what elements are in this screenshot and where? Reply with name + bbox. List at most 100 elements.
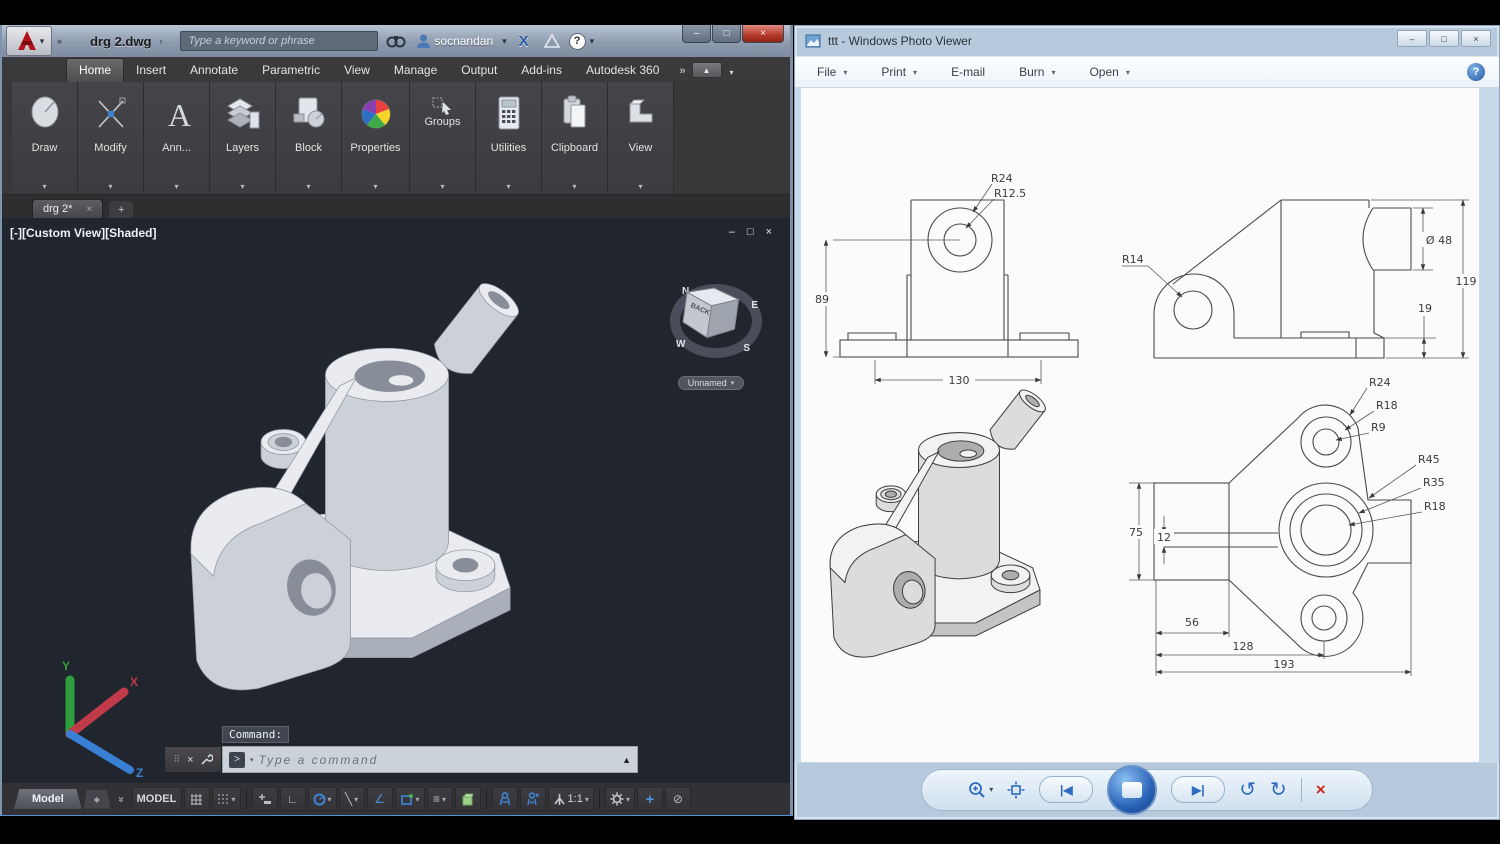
new-document-tab[interactable]: + — [109, 201, 133, 218]
layout-chevrons-icon[interactable]: » — [115, 796, 126, 802]
minimize-button[interactable]: – — [682, 25, 711, 43]
zoom-dropdown-icon[interactable]: ▾ — [989, 785, 993, 794]
pv-minimize-button[interactable]: – — [1397, 30, 1427, 47]
tab-output[interactable]: Output — [449, 59, 509, 82]
actual-size-button[interactable] — [1007, 781, 1025, 799]
customize-wrench-icon[interactable] — [200, 753, 213, 766]
new-layout-tab[interactable]: ◆ — [84, 790, 110, 809]
tab-insert[interactable]: Insert — [124, 59, 178, 82]
user-menu-arrow-icon[interactable]: ▾ — [502, 36, 507, 47]
ribbon-minimize-button[interactable]: ▲ — [692, 62, 722, 78]
isodraft-dropdown-icon[interactable]: ▾ — [354, 795, 358, 804]
object-snap-toggle[interactable]: ▾ — [395, 787, 425, 811]
app-menu-arrow-icon[interactable]: ▾ — [40, 36, 45, 47]
tab-parametric[interactable]: Parametric — [250, 59, 332, 82]
add-cleanup-button[interactable]: + — [637, 787, 663, 811]
quick-access-overflow-icon[interactable]: » — [57, 36, 62, 46]
command-bar-handle[interactable]: ⠿ × — [164, 746, 222, 773]
customization-dropdown-icon[interactable]: ▾ — [626, 795, 630, 804]
tab-addins[interactable]: Add-ins — [509, 59, 574, 82]
ribbon-minimize-arrow-icon[interactable]: ▾ — [730, 68, 734, 82]
help-menu-arrow-icon[interactable]: ▾ — [590, 36, 595, 47]
scale-dropdown-icon[interactable]: ▾ — [585, 795, 589, 804]
model-layout-tab[interactable]: Model — [14, 789, 82, 809]
search-binoculars-icon[interactable] — [386, 33, 406, 49]
command-input[interactable]: > ▾ Type a command ▲ — [222, 746, 638, 773]
tab-manage[interactable]: Manage — [382, 59, 449, 82]
panel-expand-icon[interactable]: ▾ — [240, 182, 244, 191]
panel-draw[interactable]: Draw ▾ — [12, 82, 78, 194]
pv-maximize-button[interactable]: □ — [1429, 30, 1459, 47]
panel-annotation[interactable]: A Ann... ▾ — [144, 82, 210, 194]
lineweight-toggle[interactable]: ≡ ▾ — [427, 787, 453, 811]
previous-button[interactable]: |◀ — [1039, 776, 1093, 803]
annotation-visibility-toggle[interactable] — [492, 787, 518, 811]
panel-groups[interactable]: Groups ▾ — [410, 82, 476, 194]
tab-annotate[interactable]: Annotate — [178, 59, 250, 82]
isolate-objects-button[interactable]: ⊘ — [665, 787, 691, 811]
tab-autodesk360[interactable]: Autodesk 360 — [574, 59, 671, 82]
panel-expand-icon[interactable]: ▾ — [440, 182, 444, 191]
menu-email[interactable]: E-mail — [951, 65, 985, 79]
pv-close-button[interactable]: × — [1461, 30, 1491, 47]
viewcube-ucs-menu[interactable]: Unnamed ▾ — [678, 376, 744, 390]
panel-layers[interactable]: Layers ▾ — [210, 82, 276, 194]
slideshow-button[interactable] — [1107, 765, 1157, 815]
isodraft-toggle[interactable]: ╲ ▾ — [339, 787, 365, 811]
panel-expand-icon[interactable]: ▾ — [638, 182, 642, 191]
panel-expand-icon[interactable]: ▾ — [42, 182, 46, 191]
help-search-input[interactable]: Type a keyword or phrase — [180, 31, 378, 51]
next-button[interactable]: ▶| — [1171, 776, 1225, 803]
panel-expand-icon[interactable]: ▾ — [174, 182, 178, 191]
panel-clipboard[interactable]: Clipboard ▾ — [542, 82, 608, 194]
polar-dropdown-icon[interactable]: ▾ — [328, 795, 332, 804]
customization-button[interactable]: ▾ — [605, 787, 635, 811]
menu-print[interactable]: Print▾ — [881, 65, 917, 79]
panel-expand-icon[interactable]: ▾ — [108, 182, 112, 191]
exchange-apps-icon[interactable]: X — [519, 33, 529, 50]
panel-expand-icon[interactable]: ▾ — [572, 182, 576, 191]
panel-expand-icon[interactable]: ▾ — [306, 182, 310, 191]
tab-home[interactable]: Home — [66, 58, 124, 82]
command-expand-icon[interactable]: ▲ — [622, 755, 631, 765]
communication-center-icon[interactable] — [543, 33, 561, 49]
panel-expand-icon[interactable]: ▾ — [373, 182, 377, 191]
object-snap-tracking-toggle[interactable]: ∠ — [367, 787, 393, 811]
zoom-button[interactable]: ▾ — [968, 781, 993, 799]
viewcube-east-label[interactable]: E — [751, 300, 758, 311]
infer-constraints-toggle[interactable] — [252, 787, 278, 811]
menu-open[interactable]: Open▾ — [1089, 65, 1129, 79]
close-button[interactable]: × — [742, 25, 784, 43]
ortho-toggle[interactable]: ∟ — [280, 787, 306, 811]
rotate-ccw-button[interactable]: ↺ — [1239, 777, 1256, 802]
grid-display-toggle[interactable] — [184, 787, 210, 811]
delete-button[interactable]: × — [1316, 780, 1326, 800]
lineweight-dropdown-icon[interactable]: ▾ — [442, 795, 446, 804]
model-space-button[interactable]: MODEL — [132, 787, 182, 811]
document-tab[interactable]: drg 2* × — [32, 199, 103, 218]
recent-commands-icon[interactable]: ▾ — [250, 756, 254, 764]
pv-help-icon[interactable]: ? — [1467, 63, 1485, 81]
maximize-button[interactable]: □ — [712, 25, 741, 43]
transparency-toggle[interactable] — [455, 787, 481, 811]
command-bar[interactable]: ⠿ × > ▾ Type a command ▲ — [164, 746, 638, 773]
title-expand-icon[interactable]: › — [159, 36, 162, 46]
model-viewport[interactable]: [-][Custom View][Shaded] – □ × — [2, 218, 790, 783]
signed-in-username[interactable]: socnandan — [434, 34, 493, 48]
menu-burn[interactable]: Burn▾ — [1019, 65, 1055, 79]
panel-modify[interactable]: Modify ▾ — [78, 82, 144, 194]
annotation-autoscale-toggle[interactable] — [520, 787, 546, 811]
help-icon[interactable]: ? — [569, 33, 586, 50]
snap-mode-toggle[interactable]: ▾ — [212, 787, 241, 811]
menu-file[interactable]: File▾ — [817, 65, 847, 79]
rotate-cw-button[interactable]: ↻ — [1270, 777, 1287, 802]
osnap-dropdown-icon[interactable]: ▾ — [416, 795, 420, 804]
command-close-icon[interactable]: × — [187, 754, 193, 766]
panel-properties[interactable]: Properties ▾ — [342, 82, 410, 194]
snap-dropdown-icon[interactable]: ▾ — [232, 795, 236, 804]
document-tab-close-icon[interactable]: × — [86, 204, 92, 215]
panel-expand-icon[interactable]: ▾ — [506, 182, 510, 191]
drag-grip-icon[interactable]: ⠿ — [173, 754, 181, 765]
autocad-app-button[interactable]: ▾ — [6, 26, 52, 56]
polar-tracking-toggle[interactable]: ▾ — [308, 787, 337, 811]
